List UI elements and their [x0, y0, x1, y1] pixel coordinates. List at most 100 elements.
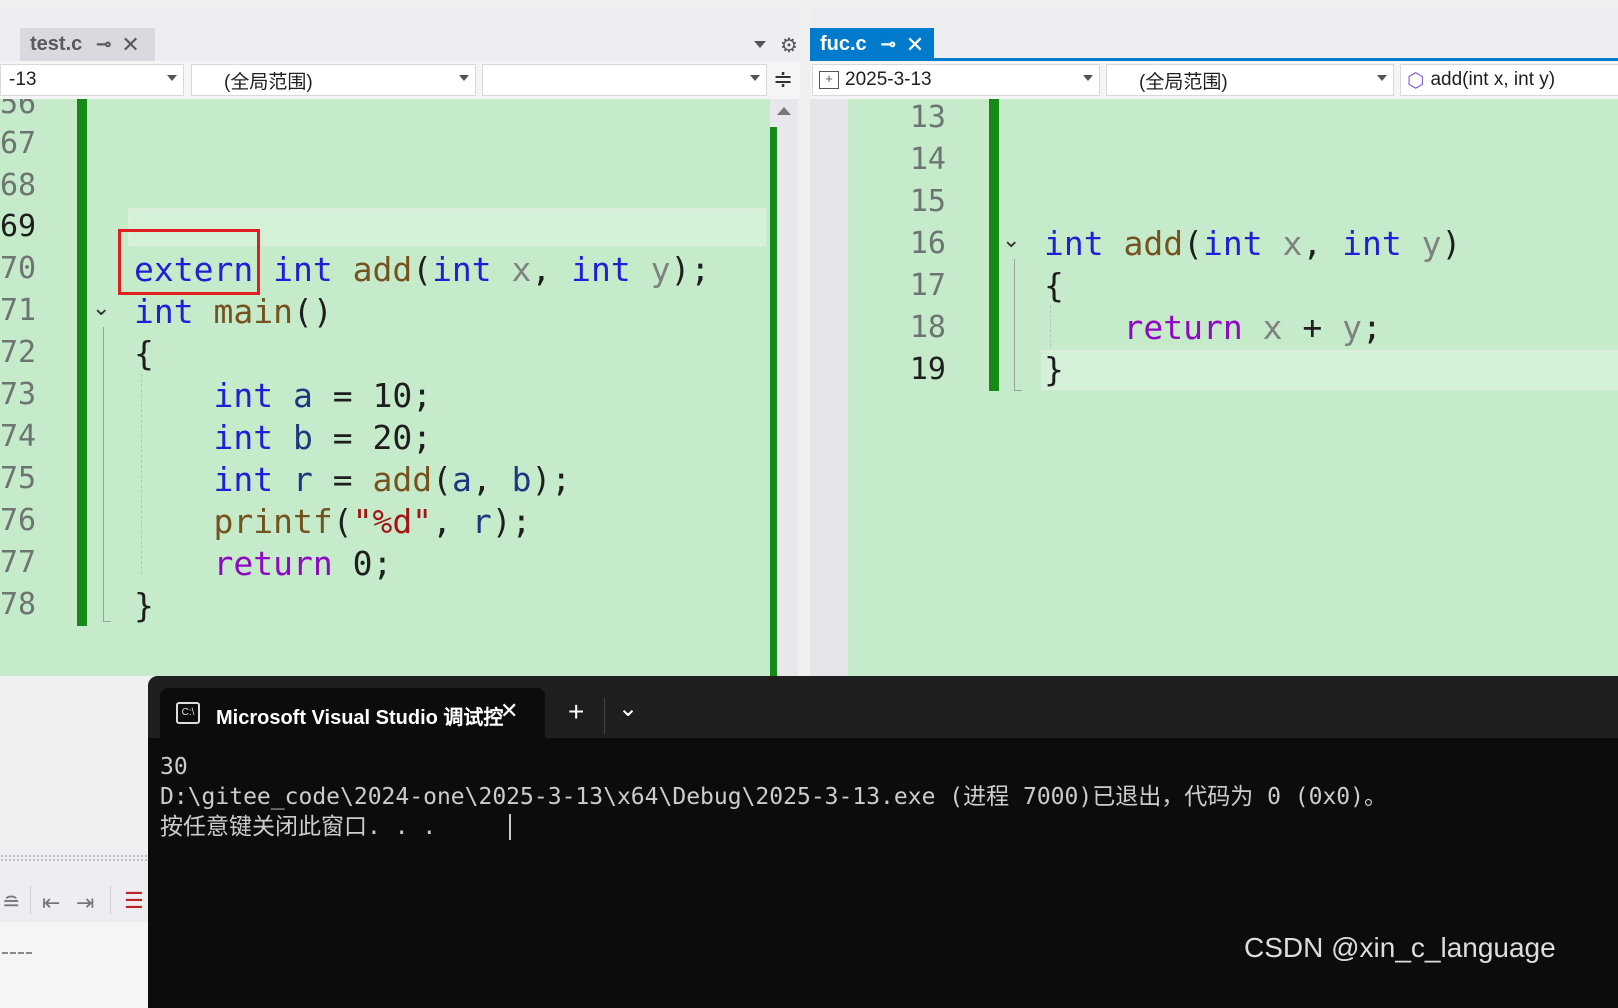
block-guide-end: [1014, 390, 1022, 391]
line-number: 71: [0, 293, 37, 328]
code-line-77: return 0;: [213, 544, 393, 583]
line-number: 70: [0, 251, 37, 286]
line-number-current: 69: [0, 209, 37, 244]
fold-chevron-icon[interactable]: ⌄: [92, 295, 110, 321]
project-value: 2025-3-13: [845, 69, 932, 90]
project-icon: +: [819, 71, 839, 89]
project-dropdown[interactable]: + 2025-3-13: [812, 64, 1100, 96]
line-number: 56: [0, 99, 37, 121]
pane-splitter[interactable]: [798, 99, 810, 676]
scope-value: (全局范围): [1139, 71, 1228, 93]
tab-label: test.c: [30, 33, 83, 55]
right-code-editor[interactable]: 13 14 15 16 17 18 19 ⌄ int add(int x, in…: [810, 99, 1618, 676]
code-line-16: int add(int x, int y): [1044, 224, 1462, 263]
text-cursor: [509, 814, 511, 840]
panel-grip[interactable]: [0, 854, 148, 862]
console-output-line: D:\gitee_code\2024-one\2025-3-13\x64\Deb…: [160, 784, 1387, 810]
glyph-margin: [810, 99, 848, 676]
scroll-up-icon[interactable]: [777, 107, 791, 115]
pin-icon[interactable]: ⊸: [96, 34, 111, 55]
line-number: 17: [909, 268, 946, 303]
line-number: 75: [0, 461, 37, 496]
project-value: -13: [9, 69, 37, 90]
line-number: 16: [909, 226, 946, 261]
fold-chevron-icon[interactable]: ⌄: [1002, 227, 1020, 253]
member-value: add(int x, int y): [1430, 69, 1556, 90]
watermark: CSDN @xin_c_language: [1244, 932, 1556, 963]
line-number: 78: [0, 587, 37, 622]
line-number: 72: [0, 335, 37, 370]
tab-list-dropdown-icon[interactable]: [754, 41, 766, 48]
scope-value: (全局范围): [224, 71, 313, 93]
chevron-down-icon: [167, 75, 177, 81]
close-icon[interactable]: ✕: [121, 32, 139, 58]
block-guide: [1014, 259, 1015, 391]
console-tab-title: Microsoft Visual Studio 调试控: [216, 707, 504, 729]
line-number: 13: [909, 100, 946, 135]
tab-dropdown-button[interactable]: ⌄: [618, 694, 638, 723]
toolbar-separator: [30, 886, 31, 914]
code-line-17: {: [1044, 266, 1064, 305]
scrollbar-change-map: [770, 127, 777, 676]
block-guide: [103, 327, 104, 622]
member-dropdown[interactable]: ⬡ add(int x, int y): [1400, 64, 1618, 96]
close-icon[interactable]: ✕: [500, 698, 518, 724]
line-number: 15: [909, 184, 946, 219]
console-tab[interactable]: C:\ Microsoft Visual Studio 调试控 ✕: [160, 688, 545, 740]
line-number: 68: [0, 168, 37, 203]
toolbar-separator: [110, 886, 111, 914]
output-content: [0, 922, 148, 1008]
current-line-highlight: [1041, 350, 1618, 390]
left-vertical-scrollbar[interactable]: [770, 99, 798, 676]
scope-dropdown[interactable]: (全局范围): [191, 64, 476, 96]
close-icon[interactable]: ✕: [906, 32, 924, 58]
tab-test-c[interactable]: test.c ⊸ ✕: [20, 28, 155, 61]
project-dropdown[interactable]: -13: [0, 64, 184, 96]
chevron-down-icon: [750, 75, 760, 81]
new-tab-button[interactable]: +: [568, 696, 584, 728]
block-guide-end: [103, 621, 111, 622]
chevron-down-icon: [1083, 75, 1093, 81]
line-number: 67: [0, 126, 37, 161]
highlight-box: [118, 229, 260, 295]
code-line-78: }: [134, 586, 154, 625]
console-output-line: 按任意键关闭此窗口. . .: [160, 814, 437, 840]
line-number-current: 19: [909, 352, 946, 387]
output-rule: [2, 952, 32, 954]
code-line-72: {: [134, 334, 154, 373]
left-code-editor[interactable]: 56 67 68 69 70 71 72 73 74 75 76 77 78 ⌄…: [0, 99, 770, 676]
pin-icon[interactable]: ⊸: [881, 34, 896, 55]
gear-icon[interactable]: ⚙: [780, 33, 798, 58]
console-output-line: 30: [160, 754, 188, 780]
code-line-19: }: [1044, 350, 1064, 389]
change-marker-bar: [77, 99, 87, 626]
line-number: 14: [909, 142, 946, 177]
code-line-73: int a = 10;: [213, 376, 433, 415]
chevron-down-icon: [1377, 75, 1387, 81]
line-number: 73: [0, 377, 37, 412]
scope-dropdown[interactable]: (全局范围): [1106, 64, 1394, 96]
tab-separator: [604, 698, 605, 734]
indent-icon[interactable]: ⇥: [76, 890, 94, 916]
line-number: 77: [0, 545, 37, 580]
outdent-icon[interactable]: ⇤: [42, 890, 60, 916]
unindent-icon[interactable]: ≘: [2, 890, 20, 916]
tab-label: fuc.c: [820, 33, 867, 55]
output-panel: ≘ ⇤ ⇥ ☰: [0, 850, 148, 1008]
member-dropdown[interactable]: [482, 64, 767, 96]
right-navigation-bar: + 2025-3-13 (全局范围) ⬡ add(int x, int y): [810, 61, 1618, 99]
code-line-74: int b = 20;: [213, 418, 433, 457]
code-line-71: int main(): [134, 292, 333, 331]
code-line-18: return x + y;: [1123, 308, 1382, 347]
tab-fuc-c[interactable]: fuc.c ⊸ ✕: [810, 28, 934, 61]
split-window-icon[interactable]: ≑: [773, 65, 793, 94]
chevron-down-icon: [459, 75, 469, 81]
line-number: 76: [0, 503, 37, 538]
cube-icon: ⬡: [1407, 69, 1425, 92]
change-marker-bar: [989, 99, 999, 391]
clear-all-icon[interactable]: ☰: [124, 888, 144, 914]
code-line-75: int r = add(a, b);: [213, 460, 572, 499]
left-tab-strip: test.c ⊸ ✕ ⚙: [0, 8, 800, 61]
left-navigation-bar: -13 (全局范围) ≑: [0, 61, 800, 99]
right-tab-strip: fuc.c ⊸ ✕: [810, 8, 1618, 61]
